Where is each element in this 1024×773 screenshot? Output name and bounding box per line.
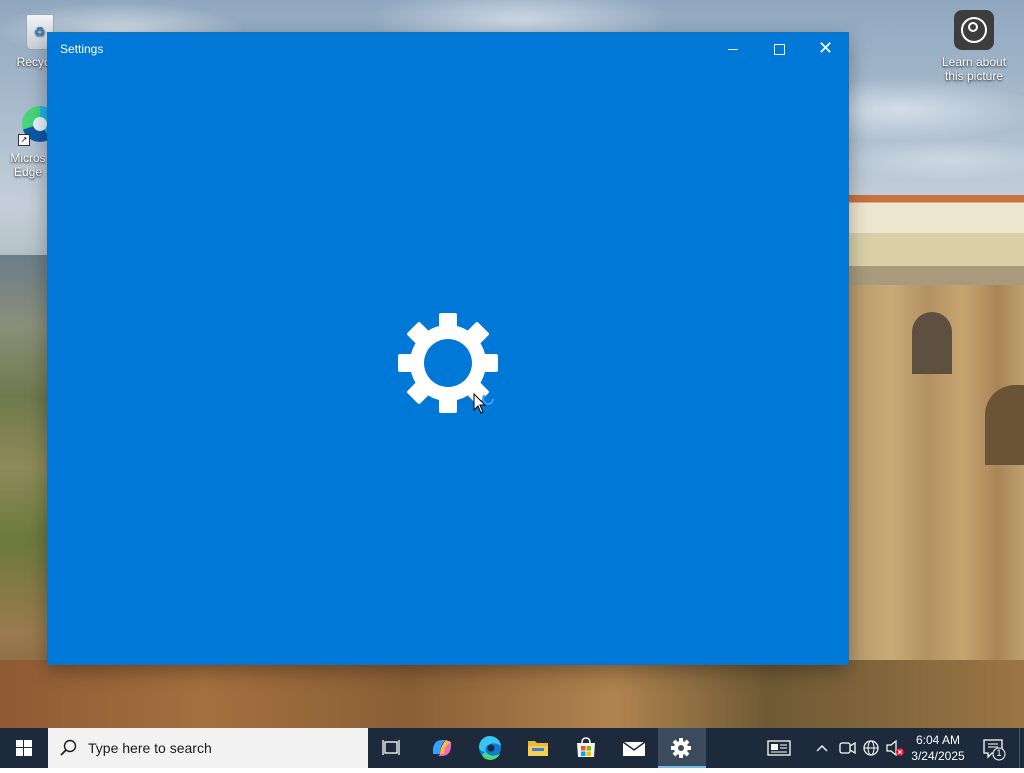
chevron-up-icon xyxy=(816,745,828,752)
minimize-button[interactable] xyxy=(710,33,756,65)
edge-icon xyxy=(478,735,501,760)
action-center-button[interactable]: 1 xyxy=(980,728,1010,768)
show-desktop-button[interactable] xyxy=(1019,728,1024,768)
start-button[interactable] xyxy=(0,728,48,768)
clock-date: 3/24/2025 xyxy=(911,749,965,763)
search-placeholder: Type here to search xyxy=(88,740,212,756)
camera-info-icon xyxy=(954,8,994,52)
store-icon xyxy=(577,737,595,757)
desktop-icon-label: Learn about this picture xyxy=(941,55,1007,83)
settings-icon xyxy=(671,738,691,758)
notification-count: 1 xyxy=(996,748,1002,758)
close-button[interactable]: ✕ xyxy=(802,33,848,65)
taskbar-search-box[interactable]: Type here to search xyxy=(48,728,368,768)
network-button[interactable] xyxy=(860,728,882,768)
network-icon xyxy=(863,740,879,756)
busy-cursor-icon xyxy=(473,392,497,424)
window-titlebar[interactable]: Settings ✕ xyxy=(48,33,848,65)
settings-taskbar-button[interactable] xyxy=(658,728,706,768)
volume-muted-icon xyxy=(886,739,904,757)
close-icon: ✕ xyxy=(818,38,834,58)
task-view-button[interactable] xyxy=(368,728,416,768)
news-icon xyxy=(767,740,791,756)
copilot-button[interactable] xyxy=(418,728,466,768)
task-view-icon xyxy=(382,740,400,755)
bridge-arch xyxy=(985,385,1024,465)
news-widget-button[interactable] xyxy=(760,728,800,768)
cliff-town xyxy=(848,195,1024,290)
maximize-icon xyxy=(774,44,785,55)
settings-window: Settings ✕ xyxy=(48,33,848,664)
copilot-icon xyxy=(432,740,452,756)
clock-time: 6:04 AM xyxy=(915,733,961,747)
desktop-icon-learn-about-picture[interactable]: Learn about this picture xyxy=(934,8,1014,83)
windows-logo-icon xyxy=(16,740,32,756)
volume-button[interactable] xyxy=(884,728,906,768)
file-explorer-button[interactable] xyxy=(514,728,562,768)
file-explorer-icon xyxy=(528,741,548,756)
search-icon xyxy=(60,739,77,756)
show-hidden-icons-button[interactable] xyxy=(812,728,832,768)
mail-button[interactable] xyxy=(610,728,658,768)
minimize-icon xyxy=(728,49,738,50)
meet-now-button[interactable] xyxy=(836,728,858,768)
store-button[interactable] xyxy=(562,728,610,768)
clock[interactable]: 6:04 AM 3/24/2025 xyxy=(908,732,968,764)
shortcut-arrow-icon: ↗ xyxy=(18,134,30,146)
edge-taskbar-button[interactable] xyxy=(466,728,514,768)
gorge-cliffs xyxy=(0,660,1024,728)
meet-now-icon xyxy=(839,741,856,755)
mail-icon xyxy=(622,741,646,756)
bridge-arch xyxy=(912,312,952,374)
window-title: Settings xyxy=(60,42,104,56)
taskbar: Type here to search 6:04 AM 3/24/2025 1 xyxy=(0,728,1024,768)
maximize-button[interactable] xyxy=(756,33,802,65)
